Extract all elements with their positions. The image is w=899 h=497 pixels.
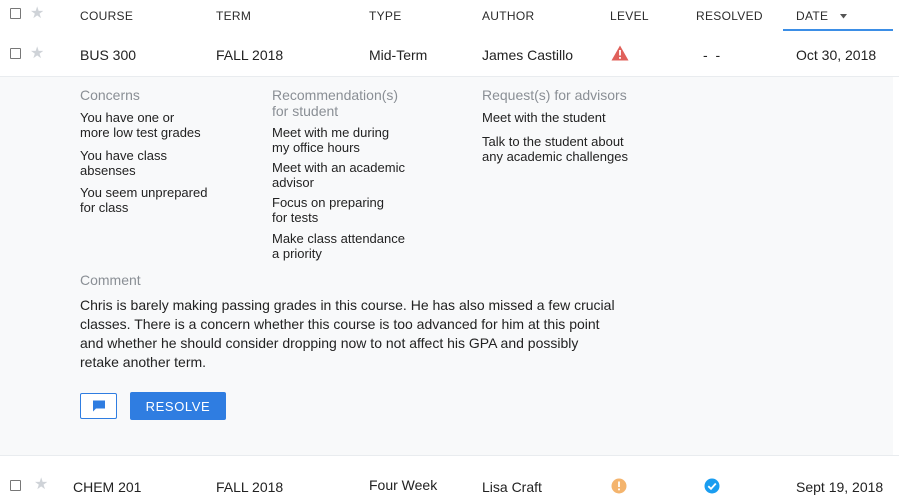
term-cell: FALL 2018	[216, 47, 284, 63]
resolved-cell: - -	[703, 47, 723, 63]
table-header: ★ COURSE TERM TYPE AUTHOR LEVEL RESOLVED…	[0, 0, 899, 32]
recommendation-item: Make class attendance a priority	[272, 231, 405, 261]
comment-title: Comment	[80, 272, 141, 288]
row-checkbox[interactable]	[10, 48, 21, 59]
row-divider	[0, 455, 899, 456]
date-cell: Sept 19, 2018	[796, 479, 884, 495]
warning-triangle-icon	[611, 45, 629, 61]
column-header-author[interactable]: AUTHOR	[482, 9, 534, 23]
row-checkbox[interactable]	[10, 480, 21, 491]
chat-bubble-icon	[93, 400, 105, 412]
concern-item: You seem unprepared for class	[80, 185, 208, 215]
author-cell: Lisa Craft	[482, 479, 542, 495]
caret-down-icon	[839, 14, 847, 19]
request-item: Talk to the student about any academic c…	[482, 134, 628, 164]
star-icon[interactable]: ★	[34, 477, 48, 493]
star-icon[interactable]: ★	[30, 6, 45, 22]
date-cell: Oct 30, 2018	[796, 47, 877, 63]
date-header-label: DATE	[796, 9, 829, 23]
request-item: Meet with the student	[482, 110, 606, 125]
recommendation-item: Meet with an academic advisor	[272, 160, 405, 190]
type-cell: Four Week	[369, 477, 438, 493]
column-header-course[interactable]: COURSE	[80, 9, 133, 23]
requests-title: Request(s) for advisors	[482, 87, 627, 103]
table-row[interactable]: ★ CHEM 201 FALL 2018 Four Week Lisa Craf…	[0, 462, 899, 497]
table-row[interactable]: ★ BUS 300 FALL 2018 Mid-Term James Casti…	[0, 32, 899, 77]
column-header-type[interactable]: TYPE	[369, 9, 402, 23]
concerns-title: Concerns	[80, 87, 140, 103]
select-all-checkbox[interactable]	[10, 8, 21, 19]
column-header-resolved[interactable]: RESOLVED	[696, 9, 763, 23]
course-cell: BUS 300	[80, 47, 137, 63]
recommendation-item: Focus on preparing for tests	[272, 195, 385, 225]
recommendations-title: Recommendation(s) for student	[272, 87, 399, 119]
column-header-date[interactable]: DATE	[796, 9, 847, 23]
recommendation-item: Meet with me during my office hours	[272, 125, 390, 155]
course-cell: CHEM 201	[73, 479, 142, 495]
type-cell: Mid-Term	[369, 47, 428, 63]
alert-circle-icon	[611, 478, 627, 494]
column-header-level[interactable]: LEVEL	[610, 9, 649, 23]
term-cell: FALL 2018	[216, 479, 284, 495]
check-circle-icon	[704, 478, 720, 494]
author-cell: James Castillo	[482, 47, 574, 63]
column-header-term[interactable]: TERM	[216, 9, 251, 23]
star-icon[interactable]: ★	[30, 46, 44, 62]
resolve-button[interactable]: RESOLVE	[130, 392, 226, 420]
message-button[interactable]	[80, 393, 117, 419]
concern-item: You have class absenses	[80, 148, 167, 178]
date-sort-indicator	[783, 29, 893, 31]
concern-item: You have one or more low test grades	[80, 110, 201, 140]
comment-text: Chris is barely making passing grades in…	[80, 297, 615, 370]
